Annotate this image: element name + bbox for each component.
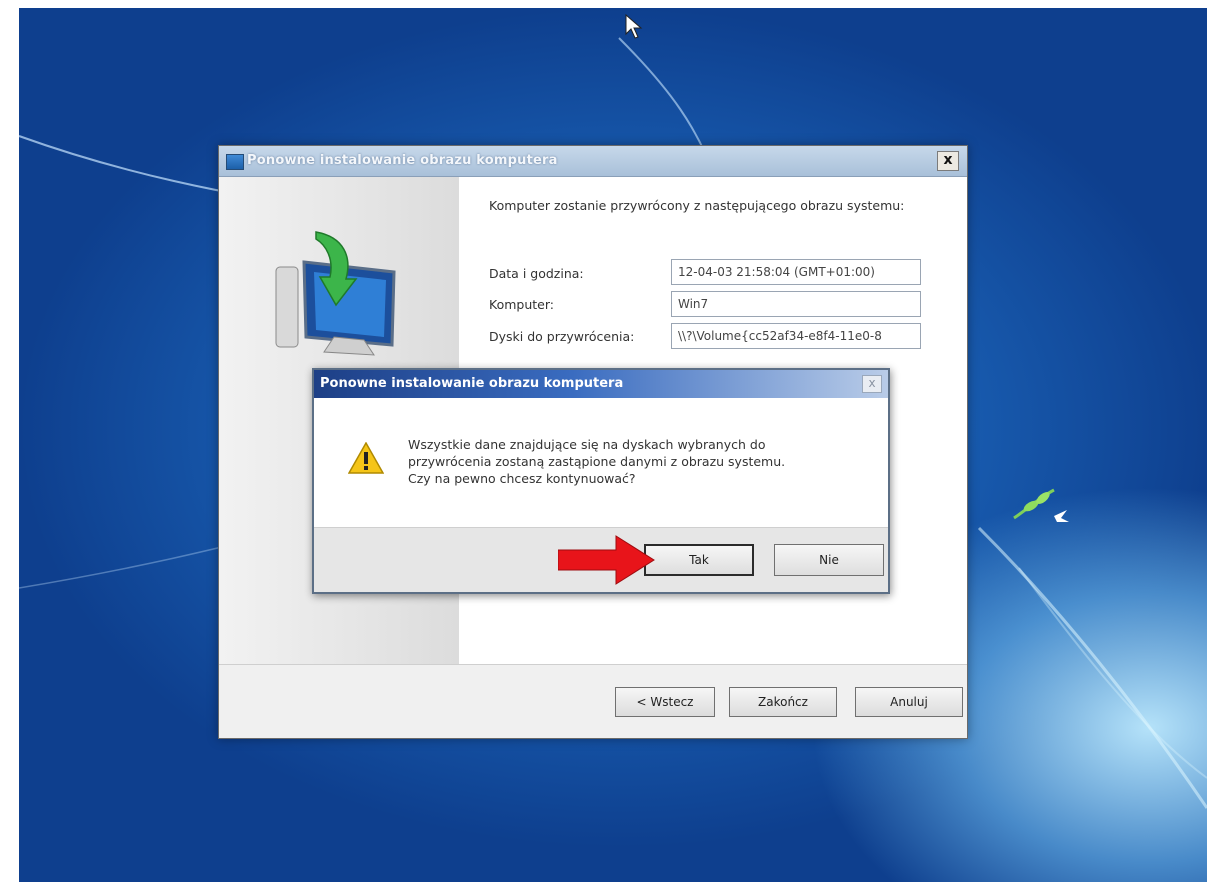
warning-icon	[348, 442, 384, 474]
intro-text: Komputer zostanie przywrócony z następuj…	[489, 198, 905, 213]
back-button[interactable]: < Wstecz	[615, 687, 715, 717]
wizard-footer: < Wstecz Zakończ Anuluj	[219, 664, 967, 738]
computer-label: Komputer:	[489, 297, 554, 312]
dialog-message: Wszystkie dane znajdujące się na dyskach…	[408, 436, 858, 487]
dialog-message-line: Wszystkie dane znajdujące się na dyskach…	[408, 437, 766, 452]
dialog-body: Wszystkie dane znajdujące się na dyskach…	[314, 398, 888, 526]
cancel-button[interactable]: Anuluj	[855, 687, 963, 717]
wizard-close-button[interactable]: x	[937, 151, 959, 171]
disks-label: Dyski do przywrócenia:	[489, 329, 635, 344]
dialog-message-line: Czy na pewno chcesz kontynuować?	[408, 471, 636, 486]
system-image-restore-icon	[275, 231, 396, 356]
dialog-message-line: przywrócenia zostaną zastąpione danymi z…	[408, 454, 786, 469]
finish-button[interactable]: Zakończ	[729, 687, 837, 717]
no-button[interactable]: Nie	[774, 544, 884, 576]
computer-field[interactable]: Win7	[671, 291, 921, 317]
dialog-close-button[interactable]: x	[862, 375, 882, 393]
date-field[interactable]: 12-04-03 21:58:04 (GMT+01:00)	[671, 259, 921, 285]
disks-field[interactable]: \\?\Volume{cc52af34-e8f4-11e0-8	[671, 323, 921, 349]
app-icon	[226, 154, 244, 170]
yes-button[interactable]: Tak	[644, 544, 754, 576]
dialog-titlebar: Ponowne instalowanie obrazu komputera x	[314, 370, 888, 398]
red-arrow-icon	[558, 535, 655, 585]
dialog-title: Ponowne instalowanie obrazu komputera	[320, 376, 624, 391]
wizard-titlebar: Ponowne instalowanie obrazu komputera x	[219, 146, 967, 177]
wizard-title: Ponowne instalowanie obrazu komputera	[247, 153, 558, 168]
dove-branch-icon	[1013, 488, 1069, 522]
cursor-icon	[625, 14, 643, 39]
date-label: Data i godzina:	[489, 266, 584, 281]
